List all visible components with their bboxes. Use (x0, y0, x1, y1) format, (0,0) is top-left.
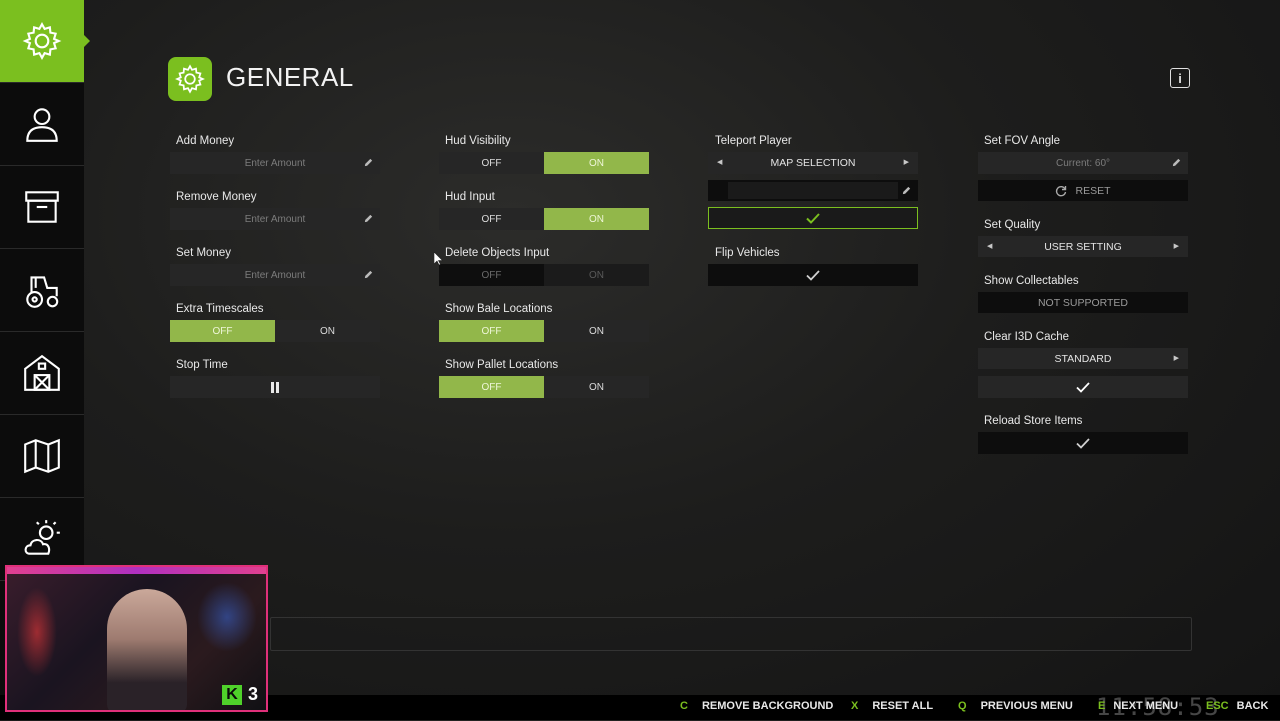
show-bale-locations-off[interactable]: OFF (439, 320, 544, 342)
webcam-overlay: K 3 (5, 565, 268, 712)
sidebar-item-vehicles[interactable] (0, 249, 84, 332)
delete-objects-input-label: Delete Objects Input (445, 247, 550, 259)
show-bale-locations-toggle: OFF ON (439, 320, 649, 342)
add-money-input[interactable]: Enter Amount (170, 152, 380, 174)
show-pallet-locations-label: Show Pallet Locations (445, 359, 559, 371)
set-quality-selector[interactable]: ◀ USER SETTING ▶ (978, 236, 1188, 257)
set-fov-angle-label: Set FOV Angle (984, 135, 1061, 147)
hint-previous-menu[interactable]: Q PREVIOUS MENU (958, 700, 1073, 712)
page-title: GENERAL (226, 62, 354, 92)
sidebar-item-map[interactable] (0, 415, 84, 498)
map-icon (24, 438, 60, 474)
sidebar-item-player[interactable] (0, 83, 84, 166)
refresh-icon (1056, 185, 1067, 196)
page-icon (168, 57, 212, 101)
mouse-cursor-icon (434, 252, 443, 266)
pencil-icon (364, 214, 373, 223)
add-money-label: Add Money (176, 135, 235, 147)
show-collectables-label: Show Collectables (984, 275, 1079, 287)
fov-angle-input[interactable]: Current: 60° (978, 152, 1188, 174)
hud-visibility-toggle: OFF ON (439, 152, 649, 174)
fov-reset-button[interactable]: RESET (978, 180, 1188, 201)
arrow-right-icon[interactable]: ▶ (904, 158, 909, 166)
tractor-icon (26, 276, 59, 308)
extra-timescales-toggle: OFF ON (170, 320, 380, 342)
pencil-icon (364, 158, 373, 167)
pencil-icon (364, 270, 373, 279)
stop-time-label: Stop Time (176, 359, 228, 371)
show-pallet-locations-on[interactable]: ON (544, 376, 649, 398)
info-icon: i (1178, 70, 1182, 86)
sidebar-item-buildings[interactable] (0, 332, 84, 415)
show-collectables-status: NOT SUPPORTED (978, 292, 1188, 313)
extra-timescales-off[interactable]: OFF (170, 320, 275, 342)
hud-visibility-off[interactable]: OFF (439, 152, 544, 174)
hint-next-menu[interactable]: E NEXT MENU (1098, 700, 1178, 712)
user-icon (26, 108, 58, 142)
delete-objects-input-toggle: OFF ON (439, 264, 649, 286)
extra-timescales-label: Extra Timescales (176, 303, 264, 315)
hud-visibility-on[interactable]: ON (544, 152, 649, 174)
sidebar-item-general[interactable] (0, 0, 90, 83)
pencil-icon (902, 186, 911, 195)
hud-input-label: Hud Input (445, 191, 495, 203)
checkmark-icon (806, 212, 820, 224)
clear-i3d-cache-selector[interactable]: STANDARD ▶ (978, 348, 1188, 369)
hud-visibility-label: Hud Visibility (445, 135, 511, 147)
extra-timescales-on[interactable]: ON (275, 320, 380, 342)
set-money-label: Set Money (176, 247, 231, 259)
gear-icon (22, 22, 62, 60)
arrow-right-icon[interactable]: ▶ (1174, 354, 1179, 362)
teleport-coordinates-input[interactable] (708, 180, 918, 201)
set-quality-label: Set Quality (984, 219, 1041, 231)
arrow-left-icon[interactable]: ◀ (717, 158, 722, 166)
reload-store-items-button[interactable] (978, 432, 1188, 454)
set-money-input[interactable]: Enter Amount (170, 264, 380, 286)
clear-i3d-cache-confirm-button[interactable] (978, 376, 1188, 398)
tooltip-area (270, 617, 1192, 651)
flip-vehicles-button[interactable] (708, 264, 918, 286)
arrow-right-icon[interactable]: ▶ (1174, 242, 1179, 250)
remove-money-input[interactable]: Enter Amount (170, 208, 380, 230)
teleport-player-selector[interactable]: ◀ MAP SELECTION ▶ (708, 152, 918, 174)
hint-reset-all[interactable]: X RESET ALL (851, 700, 933, 712)
show-bale-locations-label: Show Bale Locations (445, 303, 553, 315)
arrow-left-icon[interactable]: ◀ (987, 242, 992, 250)
clear-i3d-cache-label: Clear I3D Cache (984, 331, 1070, 343)
sidebar-item-storage[interactable] (0, 166, 84, 249)
barn-icon (24, 354, 60, 391)
show-bale-locations-on[interactable]: ON (544, 320, 649, 342)
delete-objects-input-on[interactable]: ON (544, 264, 649, 286)
hud-input-toggle: OFF ON (439, 208, 649, 230)
reload-store-items-label: Reload Store Items (984, 415, 1083, 427)
flip-vehicles-label: Flip Vehicles (715, 247, 780, 259)
stop-time-button[interactable] (170, 376, 380, 398)
teleport-confirm-button[interactable] (708, 207, 918, 229)
hud-input-on[interactable]: ON (544, 208, 649, 230)
hud-input-off[interactable]: OFF (439, 208, 544, 230)
teleport-player-label: Teleport Player (715, 135, 792, 147)
webcam-badge: K (222, 685, 242, 705)
archive-box-icon (25, 191, 59, 223)
checkmark-icon (806, 269, 820, 281)
remove-money-label: Remove Money (176, 191, 257, 203)
delete-objects-input-off[interactable]: OFF (439, 264, 544, 286)
gear-icon (175, 64, 205, 94)
webcam-count: 3 (248, 684, 259, 704)
checkmark-icon (1076, 437, 1090, 449)
hint-back[interactable]: ESC BACK (1206, 700, 1268, 712)
hint-remove-background[interactable]: C REMOVE BACKGROUND (680, 700, 833, 712)
pause-icon (271, 381, 279, 393)
show-pallet-locations-toggle: OFF ON (439, 376, 649, 398)
checkmark-icon (1076, 381, 1090, 393)
show-pallet-locations-off[interactable]: OFF (439, 376, 544, 398)
pencil-icon (1172, 158, 1181, 167)
streamer-image (107, 589, 187, 710)
weather-icon (24, 520, 60, 555)
info-button[interactable]: i (1170, 68, 1190, 88)
